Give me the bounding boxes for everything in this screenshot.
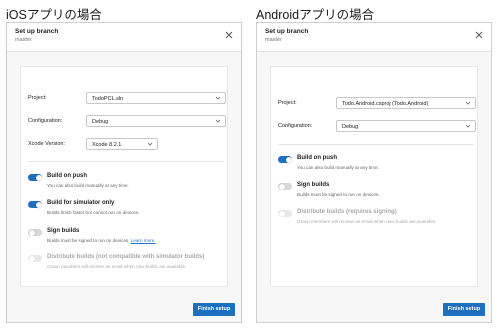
project-label: Project:: [28, 95, 47, 101]
build-simulator-desc: Builds finish faster but cannot run on d…: [47, 210, 140, 215]
sign-builds-desc: Builds must be signed to run on devices.…: [47, 238, 156, 243]
chevron-down-icon: [465, 124, 471, 128]
distribute-builds-title: Distribute builds (requires signing): [297, 209, 397, 215]
distribute-builds-toggle[interactable]: [278, 210, 292, 217]
configuration-label: Configuration:: [28, 118, 63, 124]
configuration-value: Debug: [342, 123, 359, 130]
android-setup-dialog: Set up branch master Project: Todo.Andro…: [256, 22, 492, 323]
build-on-push-title: Build on push: [47, 173, 87, 179]
sign-builds-toggle[interactable]: [28, 229, 42, 236]
build-simulator-toggle[interactable]: [28, 201, 42, 208]
chevron-down-icon: [215, 96, 221, 100]
dialog-header: Set up branch master: [257, 23, 491, 52]
dialog-title: Set up branch: [15, 28, 59, 35]
sign-builds-title: Sign builds: [47, 228, 80, 234]
dialog-title: Set up branch: [265, 28, 309, 35]
sign-builds-title: Sign builds: [297, 182, 330, 188]
project-label: Project:: [278, 100, 297, 106]
branch-name: master: [15, 37, 32, 43]
project-value: Todo.Android.csproj (Todo.Android): [342, 100, 429, 107]
build-simulator-title: Build for simulator only: [47, 200, 115, 206]
project-select[interactable]: TodoPCL.sln: [86, 92, 226, 104]
branch-name: master: [265, 37, 282, 43]
dialog-header: Set up branch master: [7, 23, 241, 52]
configuration-select[interactable]: Debug: [336, 120, 476, 132]
settings-card: Project: TodoPCL.sln Configuration: Debu…: [20, 66, 228, 287]
configuration-select[interactable]: Debug: [86, 115, 226, 127]
build-on-push-desc: You can also build manually at any time.: [47, 183, 129, 188]
distribute-builds-toggle[interactable]: [28, 255, 42, 262]
configuration-label: Configuration:: [278, 123, 313, 129]
xcode-value: Xcode 8.2.1: [92, 141, 122, 148]
build-on-push-title: Build on push: [297, 155, 337, 161]
chevron-down-icon: [147, 142, 153, 146]
settings-card: Project: Todo.Android.csproj (Todo.Andro…: [270, 66, 478, 287]
project-value: TodoPCL.sln: [92, 95, 124, 102]
build-on-push-desc: You can also build manually at any time.: [297, 165, 379, 170]
sign-builds-desc-text: Builds must be signed to run on devices.: [47, 238, 130, 243]
divider: [278, 144, 474, 145]
chevron-down-icon: [215, 119, 221, 123]
xcode-label: Xcode Version:: [28, 141, 65, 147]
xcode-select[interactable]: Xcode 8.2.1: [86, 138, 158, 150]
build-on-push-toggle[interactable]: [28, 174, 42, 181]
sign-builds-toggle[interactable]: [278, 183, 292, 190]
learn-more-link[interactable]: Learn more.: [131, 238, 156, 243]
sign-builds-desc: Builds must be signed to run on devices.: [297, 192, 380, 197]
distribute-builds-desc: Group members will receive an email when…: [47, 264, 187, 269]
distribute-builds-desc: Group members will receive an email when…: [297, 219, 437, 224]
configuration-value: Debug: [92, 118, 109, 125]
divider: [28, 161, 224, 162]
ios-caption: iOSアプリの場合: [6, 8, 102, 22]
build-on-push-toggle[interactable]: [278, 156, 292, 163]
close-icon[interactable]: [223, 29, 235, 41]
android-caption: Androidアプリの場合: [256, 8, 375, 22]
close-icon[interactable]: [473, 29, 485, 41]
ios-setup-dialog: Set up branch master Project: TodoPCL.sl…: [6, 22, 242, 323]
finish-setup-button[interactable]: Finish setup: [443, 303, 485, 316]
distribute-builds-title: Distribute builds (not compatible with s…: [47, 254, 205, 260]
project-select[interactable]: Todo.Android.csproj (Todo.Android): [336, 97, 476, 109]
finish-setup-button[interactable]: Finish setup: [193, 303, 235, 316]
chevron-down-icon: [465, 101, 471, 105]
